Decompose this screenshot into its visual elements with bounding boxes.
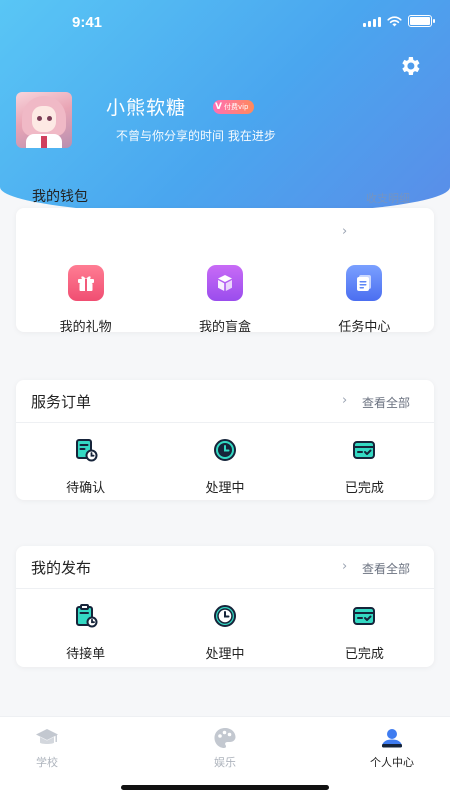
gift-icon (67, 265, 104, 301)
service-orders-card: 服务订单 › 查看全部 待确认 处理中 已完成 (16, 380, 434, 500)
publish-status-label: 处理中 (205, 647, 245, 662)
wallet-item-gifts[interactable]: 我的礼物 (16, 265, 155, 335)
wallet-item-blindbox[interactable]: 我的盲盒 (155, 265, 294, 335)
order-status-label: 待确认 (66, 481, 106, 496)
palette-icon (214, 728, 236, 748)
user-icon (382, 729, 402, 748)
wallet-detail-link[interactable]: 收支明细 (366, 190, 410, 206)
settings-gear-icon[interactable] (398, 54, 422, 78)
pending-confirm-icon (75, 439, 98, 462)
card-header: 服务订单 › 查看全部 (16, 380, 434, 423)
wallet-item-tasks[interactable]: 任务中心 (295, 265, 434, 335)
order-status-label: 已完成 (344, 481, 384, 496)
box-icon (206, 265, 243, 301)
wifi-icon (387, 15, 402, 26)
card-header: 我的发布 › 查看全部 (16, 546, 434, 589)
tab-label: 娱乐 (214, 756, 236, 769)
publish-status-label: 已完成 (344, 647, 384, 662)
orders-grid: 待确认 处理中 已完成 (16, 437, 434, 496)
view-all-orders-link[interactable]: 查看全部 (362, 394, 410, 411)
my-publish-card: 我的发布 › 查看全部 待接单 处理中 已完成 (16, 546, 434, 667)
signal-icon (363, 15, 381, 27)
status-time: 9:41 (72, 14, 103, 31)
vip-badge: V 付费vip (213, 100, 254, 114)
tab-school[interactable]: 学校 (0, 727, 107, 770)
user-name: 小熊软糖 (106, 97, 187, 119)
wallet-title: 我的钱包 (32, 189, 88, 205)
chevron-right-icon[interactable]: › (342, 559, 347, 574)
graduation-cap-icon (36, 729, 58, 744)
user-motto: 不曾与你分享的时间 我在进步 (116, 129, 276, 143)
status-bar: 9:41 (0, 0, 450, 44)
publish-status-label: 待接单 (66, 647, 106, 662)
avatar[interactable] (16, 92, 72, 148)
order-status-completed[interactable]: 已完成 (295, 437, 434, 496)
battery-icon (408, 15, 435, 27)
vip-v-icon: V (215, 102, 222, 112)
publish-status-processing[interactable]: 处理中 (155, 603, 294, 662)
task-icon (346, 265, 383, 301)
completed-icon (353, 607, 376, 625)
order-status-pending-confirm[interactable]: 待确认 (16, 437, 155, 496)
status-icons (363, 15, 435, 27)
home-indicator[interactable] (121, 785, 329, 790)
publish-status-completed[interactable]: 已完成 (295, 603, 434, 662)
wallet-item-label: 我的礼物 (59, 320, 112, 335)
card-title: 我的发布 (31, 559, 92, 577)
wallet-card: › 我的礼物 我的盲盒 任务中心 (16, 208, 434, 335)
view-all-publish-link[interactable]: 查看全部 (362, 560, 410, 577)
publish-status-awaiting[interactable]: 待接单 (16, 603, 155, 662)
tab-label: 学校 (36, 756, 58, 769)
wallet-grid: 我的礼物 我的盲盒 任务中心 (16, 265, 434, 335)
clock-icon (213, 605, 236, 627)
order-status-label: 处理中 (205, 481, 245, 496)
publish-grid: 待接单 处理中 已完成 (16, 603, 434, 662)
vip-badge-label: 付费vip (223, 103, 249, 111)
chevron-right-icon[interactable]: › (342, 224, 347, 239)
order-status-processing[interactable]: 处理中 (155, 437, 294, 496)
completed-icon (353, 441, 376, 459)
tab-profile[interactable]: 个人中心 (332, 727, 450, 770)
card-title: 服务订单 (31, 393, 92, 411)
chevron-right-icon[interactable]: › (342, 393, 347, 408)
clock-icon (213, 439, 236, 461)
clipboard-clock-icon (75, 604, 98, 628)
tab-entertainment[interactable]: 娱乐 (165, 727, 285, 770)
wallet-item-label: 我的盲盒 (198, 320, 251, 335)
wallet-item-label: 任务中心 (338, 320, 391, 335)
tab-label: 个人中心 (370, 756, 414, 769)
